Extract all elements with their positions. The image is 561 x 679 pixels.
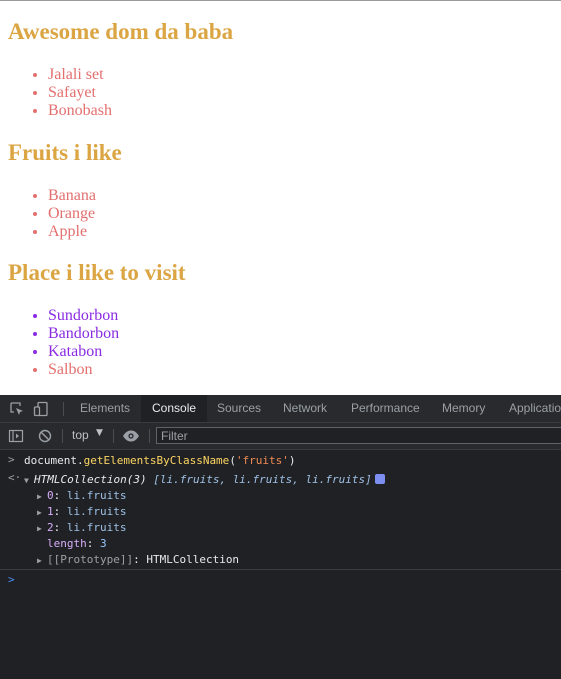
tab-memory[interactable]: Memory	[442, 395, 485, 422]
devtools-panel: Elements Console Sources Network Perform…	[0, 395, 561, 679]
tab-network[interactable]: Network	[283, 395, 327, 422]
length-property: length: 3	[47, 537, 107, 550]
list-item: Katabon	[48, 343, 119, 361]
list-item: Sundorbon	[48, 307, 119, 325]
list-item: Salbon	[48, 361, 119, 379]
toolbar-separator	[113, 429, 114, 443]
section-heading: Awesome dom da baba	[8, 19, 234, 44]
toolbar-separator	[63, 402, 64, 416]
devtools-tabbar: Elements Console Sources Network Perform…	[0, 395, 561, 423]
expand-right-icon[interactable]: ▶	[37, 489, 47, 505]
info-icon[interactable]	[374, 474, 385, 484]
list-item: Orange	[48, 205, 96, 223]
tab-performance[interactable]: Performance	[351, 395, 420, 422]
list-item: Safayet	[48, 84, 112, 102]
web-page: Awesome dom da baba Jalali set Safayet B…	[0, 1, 561, 395]
tab-sources[interactable]: Sources	[217, 395, 261, 422]
tab-console[interactable]: Console	[141, 395, 208, 422]
list-item: Apple	[48, 223, 96, 241]
device-toggle-icon[interactable]	[33, 401, 49, 417]
expand-right-icon[interactable]: ▶	[37, 505, 47, 521]
collection-entry[interactable]: ▶ 2: li.fruits	[37, 520, 126, 537]
expand-right-icon[interactable]: ▶	[37, 553, 47, 569]
console-output: > document.getElementsByClassName('fruit…	[0, 451, 561, 679]
filter-input[interactable]: Filter	[156, 427, 561, 444]
result-arrow-icon: <·	[8, 471, 22, 484]
fruits-list: Banana Orange Apple	[0, 187, 96, 241]
collection-entry[interactable]: ▶ 1: li.fruits	[37, 504, 126, 521]
chevron-down-icon[interactable]: ▼	[96, 428, 103, 438]
tab-elements[interactable]: Elements	[80, 395, 130, 422]
result-summary[interactable]: ▼ HTMLCollection(3) [li.fruits, li.fruits…	[24, 472, 385, 489]
prototype-property[interactable]: ▶ [[Prototype]]: HTMLCollection	[37, 552, 239, 569]
console-prompt-icon[interactable]: >	[8, 573, 15, 586]
expand-right-icon[interactable]: ▶	[37, 521, 47, 537]
console-toolbar: top ▼ Filter	[0, 423, 561, 450]
tab-application[interactable]: Applicatio	[509, 395, 561, 422]
list-item: Bonobash	[48, 102, 112, 120]
toolbar-separator	[62, 429, 63, 443]
list-item: Jalali set	[48, 66, 112, 84]
collection-entry[interactable]: ▶ 0: li.fruits	[37, 488, 126, 505]
expand-down-icon[interactable]: ▼	[24, 473, 34, 489]
awesome-list: Jalali set Safayet Bonobash	[0, 66, 112, 120]
eye-icon[interactable]	[122, 428, 139, 444]
clear-console-icon[interactable]	[37, 428, 53, 444]
sidebar-toggle-icon[interactable]	[8, 428, 24, 444]
section-heading: Place i like to visit	[8, 260, 186, 285]
console-input-line[interactable]: document.getElementsByClassName('fruits'…	[24, 453, 296, 469]
toolbar-separator	[149, 429, 150, 443]
context-selector[interactable]: top	[72, 428, 89, 442]
console-divider	[0, 569, 561, 570]
inspect-icon[interactable]	[9, 401, 25, 417]
places-list: Sundorbon Bandorbon Katabon Salbon	[0, 307, 119, 379]
section-heading: Fruits i like	[8, 140, 122, 165]
input-prompt-icon: >	[8, 453, 15, 466]
list-item: Banana	[48, 187, 96, 205]
list-item: Bandorbon	[48, 325, 119, 343]
